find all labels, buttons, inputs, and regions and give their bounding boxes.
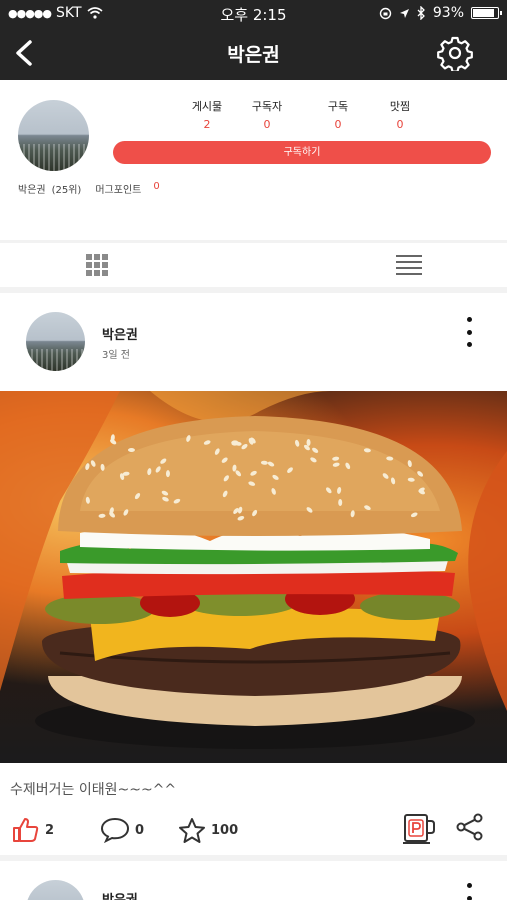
more-options-icon[interactable] bbox=[465, 317, 473, 347]
profile-card: 게시물 2 구독자 0 구독 0 맛찜 0 구독하기 박은권 (25위) 머그포… bbox=[0, 80, 507, 240]
stat-subscriptions[interactable]: 구독 0 bbox=[303, 98, 373, 131]
share-icon[interactable] bbox=[456, 813, 484, 841]
comment-icon bbox=[100, 817, 130, 843]
subscribe-button[interactable]: 구독하기 bbox=[113, 141, 491, 164]
sesame-seed bbox=[338, 499, 343, 507]
avatar[interactable] bbox=[26, 880, 85, 900]
stat-subscribers[interactable]: 구독자 0 bbox=[232, 98, 302, 131]
list-view-icon[interactable] bbox=[396, 254, 422, 276]
page-title: 박은권 bbox=[227, 44, 280, 66]
bluetooth-icon bbox=[417, 6, 425, 20]
mug-point-value: 0 bbox=[153, 181, 160, 192]
like-count: 2 bbox=[45, 822, 55, 838]
more-options-icon[interactable] bbox=[465, 883, 473, 900]
post-header: 박은권 3일 전 bbox=[0, 293, 507, 391]
post-caption: 수제버거는 이태원~~~^^ bbox=[10, 782, 177, 798]
star-icon bbox=[179, 818, 205, 843]
status-bar: ●●●●● SKT 오후 2:15 93% bbox=[0, 0, 507, 26]
star-count: 100 bbox=[211, 823, 239, 838]
post-card: 박은권 3일 전 수제버거는 이태원~~~^^ 2 0 100 bbox=[0, 293, 507, 855]
post-author[interactable]: 박은권 bbox=[102, 889, 138, 900]
post-image[interactable] bbox=[0, 391, 507, 763]
gear-icon[interactable] bbox=[437, 35, 473, 71]
battery-fill bbox=[473, 9, 494, 17]
profile-name: 박은권 bbox=[18, 185, 46, 196]
battery-percent: 93% bbox=[432, 5, 464, 21]
avatar[interactable] bbox=[26, 312, 85, 371]
view-toggle bbox=[0, 243, 507, 287]
like-button[interactable]: 2 bbox=[12, 817, 54, 843]
stat-value: 0 bbox=[396, 118, 404, 131]
mug-point-label: 머그포인트 bbox=[95, 185, 142, 196]
location-icon bbox=[399, 8, 409, 18]
sesame-seed bbox=[127, 447, 135, 452]
post-time: 3일 전 bbox=[102, 350, 130, 361]
star-button[interactable]: 100 bbox=[178, 817, 238, 844]
post-author[interactable]: 박은권 bbox=[102, 324, 138, 343]
stat-value: 0 bbox=[334, 118, 342, 131]
stat-label: 구독자 bbox=[251, 100, 283, 113]
rotation-lock-icon bbox=[379, 7, 392, 19]
comment-button[interactable]: 0 bbox=[100, 817, 144, 843]
battery-icon bbox=[471, 7, 502, 19]
post-card: 박은권 bbox=[0, 861, 507, 900]
profile-rank: (25위) bbox=[51, 185, 82, 196]
thumbs-up-icon bbox=[13, 818, 39, 842]
stat-value: 0 bbox=[263, 118, 271, 131]
status-right: 93% bbox=[379, 5, 502, 21]
stat-label: 맛찜 bbox=[389, 100, 411, 113]
avatar[interactable] bbox=[18, 100, 89, 171]
sesame-seed bbox=[306, 439, 311, 447]
post-actions: 2 0 100 bbox=[0, 809, 507, 853]
grid-view-icon[interactable] bbox=[86, 254, 108, 276]
comment-count: 0 bbox=[135, 822, 145, 838]
nav-bar: 박은권 bbox=[0, 26, 507, 80]
stat-favorites[interactable]: 맛찜 0 bbox=[365, 98, 435, 131]
mug-point-icon[interactable] bbox=[402, 811, 436, 845]
stat-label: 구독 bbox=[327, 100, 349, 113]
profile-info-row: 박은권 (25위) 머그포인트 0 bbox=[18, 181, 160, 196]
burger-photo bbox=[0, 391, 507, 749]
